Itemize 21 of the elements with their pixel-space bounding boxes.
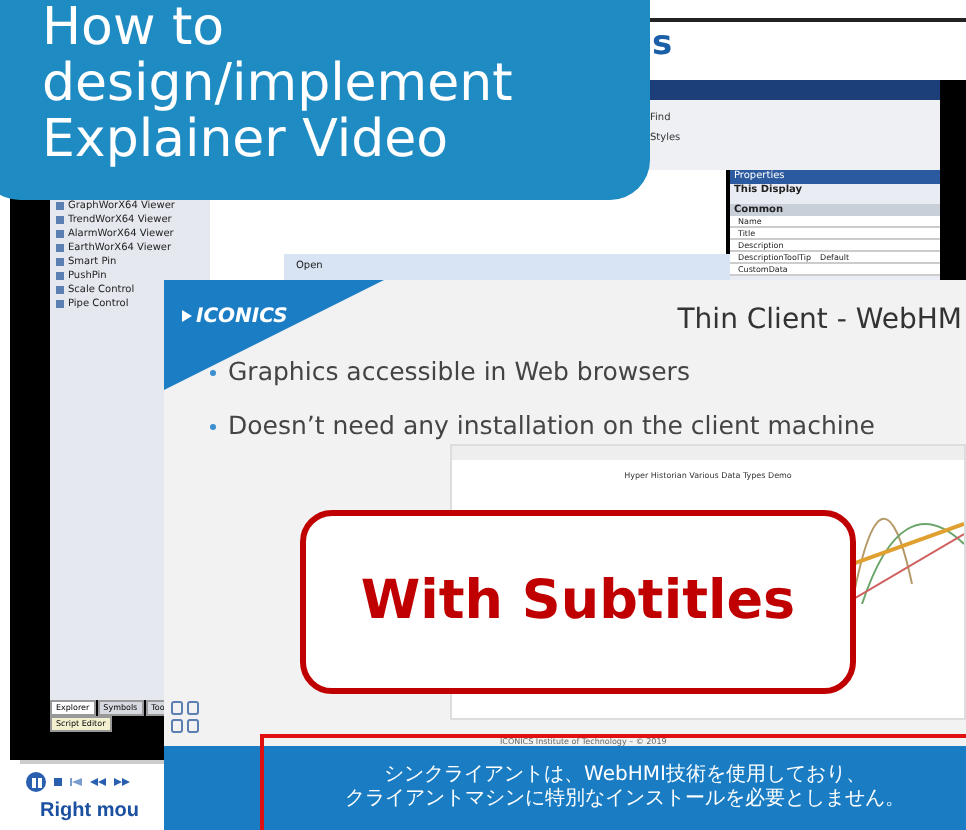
layout-icon bbox=[170, 700, 200, 736]
caption-heading: Right mou bbox=[40, 800, 139, 824]
page-heading: s bbox=[652, 22, 673, 68]
skip-back-icon[interactable] bbox=[70, 778, 82, 786]
subtitle-line: シンクライアントは、WebHMI技術を使用しており、 bbox=[384, 764, 866, 787]
pause-icon bbox=[31, 777, 41, 787]
slide-title: Thin Client - WebHM bbox=[677, 302, 962, 340]
subtitle-badge: With Subtitles bbox=[300, 510, 856, 694]
fast-forward-icon[interactable] bbox=[114, 778, 130, 786]
bullet-text: Graphics accessible in Web browsers bbox=[228, 354, 690, 390]
play-icon bbox=[182, 310, 192, 322]
banner-title-line: design/implement bbox=[42, 56, 515, 112]
pause-button[interactable] bbox=[26, 772, 46, 792]
bullet-text: Doesn’t need any installation on the client machine bbox=[228, 407, 875, 444]
logo: ICONICS bbox=[196, 304, 288, 332]
subtitle-line: クライアントマシンに特別なインストールを必要としません。 bbox=[345, 788, 905, 812]
banner-title-line: How to bbox=[42, 0, 227, 56]
rewind-icon[interactable] bbox=[90, 778, 106, 786]
bullet-icon bbox=[210, 423, 216, 430]
banner-title-line: Explainer Video bbox=[42, 112, 448, 168]
bullet-icon bbox=[210, 369, 216, 376]
